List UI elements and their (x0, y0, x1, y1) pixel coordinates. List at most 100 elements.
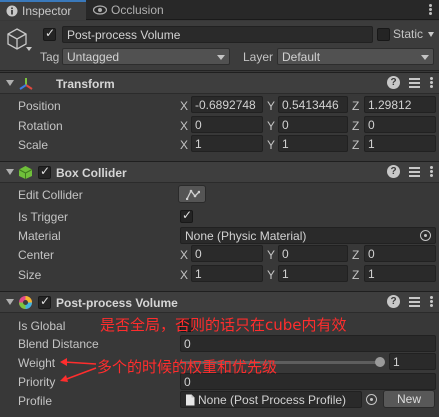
tab-inspector[interactable]: Inspector (0, 0, 86, 20)
z-label[interactable]: Z (352, 119, 359, 133)
scale-y-field[interactable]: 1 (278, 135, 348, 152)
tag-dropdown[interactable]: Untagged (62, 48, 230, 65)
post-process-enabled-checkbox[interactable] (38, 294, 51, 309)
box-collider-header[interactable]: Box Collider ? (0, 161, 439, 183)
tag-label: Tag (40, 50, 60, 64)
is-trigger-checkbox[interactable] (180, 208, 193, 223)
transform-axes-icon (19, 78, 33, 90)
weight-field[interactable]: 1 (389, 353, 436, 370)
y-label[interactable]: Y (267, 268, 275, 282)
tab-occlusion-label: Occlusion (111, 3, 164, 17)
presets-icon[interactable] (408, 76, 421, 89)
layer-label: Layer (243, 50, 274, 64)
foldout-arrow-icon[interactable] (6, 80, 14, 86)
post-process-icon (19, 296, 32, 309)
foldout-arrow-icon[interactable] (6, 169, 14, 175)
x-label[interactable]: X (180, 138, 188, 152)
size-z-field[interactable]: 1 (364, 265, 436, 282)
new-profile-button[interactable]: New (383, 390, 435, 408)
presets-icon[interactable] (408, 165, 421, 178)
weight-priority-annotation: 多个的时候的权重和优先级 (97, 358, 278, 376)
file-icon (186, 394, 195, 406)
blend-distance-label: Blend Distance (18, 337, 99, 351)
position-x-field[interactable]: -0.6892748 (191, 96, 263, 113)
help-icon[interactable]: ? (387, 165, 400, 178)
y-label[interactable]: Y (267, 119, 275, 133)
object-picker-icon[interactable] (420, 230, 431, 241)
center-x-field[interactable]: 0 (191, 245, 263, 262)
x-label[interactable]: X (180, 268, 188, 282)
post-process-header[interactable]: Post-process Volume ? (0, 291, 439, 313)
box-collider-body: Edit Collider Is Trigger Material None (… (0, 183, 439, 287)
edit-collider-button[interactable] (178, 185, 206, 203)
scale-label: Scale (18, 138, 49, 152)
transform-header[interactable]: Transform ? (0, 72, 439, 94)
z-label[interactable]: Z (352, 248, 359, 262)
static-label: Static (393, 27, 424, 41)
position-z-field[interactable]: 1.29812 (364, 96, 436, 113)
profile-label: Profile (18, 394, 53, 408)
is-global-annotation: 是否全局，否则的话只在cube内有效 (100, 316, 347, 334)
help-icon[interactable]: ? (387, 76, 400, 89)
chevron-down-icon (217, 55, 225, 60)
x-label[interactable]: X (180, 99, 188, 113)
post-process-title: Post-process Volume (56, 296, 178, 310)
component-menu-icon[interactable] (429, 76, 433, 89)
material-value: None (Physic Material) (185, 229, 307, 243)
transform-body: Position X -0.6892748 Y 0.5413446 Z 1.29… (0, 94, 439, 156)
profile-field[interactable]: None (Post Process Profile) (180, 391, 362, 408)
scale-x-field[interactable]: 1 (191, 135, 263, 152)
z-label[interactable]: Z (352, 268, 359, 282)
x-label[interactable]: X (180, 119, 188, 133)
foldout-arrow-icon[interactable] (6, 299, 14, 305)
box-collider-icon (18, 166, 33, 179)
is-trigger-label: Is Trigger (18, 210, 69, 224)
component-menu-icon[interactable] (429, 165, 433, 178)
active-checkbox[interactable] (43, 26, 56, 41)
presets-icon[interactable] (408, 295, 421, 308)
position-y-field[interactable]: 0.5413446 (278, 96, 348, 113)
icon-dropdown-caret[interactable] (26, 47, 32, 51)
layer-dropdown[interactable]: Default (277, 48, 434, 65)
center-y-field[interactable]: 0 (278, 245, 348, 262)
profile-value: None (Post Process Profile) (198, 393, 347, 407)
help-icon[interactable]: ? (387, 295, 400, 308)
weight-slider-handle[interactable] (375, 357, 385, 367)
size-y-field[interactable]: 1 (278, 265, 348, 282)
blend-distance-field[interactable]: 0 (180, 335, 436, 352)
size-x-field[interactable]: 1 (191, 265, 263, 282)
weight-label: Weight (18, 356, 56, 370)
tag-value: Untagged (67, 50, 120, 64)
object-name-field[interactable]: Post-process Volume (62, 26, 373, 43)
tab-bar: Inspector Occlusion (0, 0, 439, 20)
info-icon (6, 5, 18, 17)
layer-value: Default (282, 50, 321, 64)
panel-menu-icon[interactable] (429, 4, 433, 16)
rotation-z-field[interactable]: 0 (364, 116, 436, 133)
rotation-label: Rotation (18, 119, 63, 133)
z-label[interactable]: Z (352, 138, 359, 152)
y-label[interactable]: Y (267, 138, 275, 152)
scale-z-field[interactable]: 1 (364, 135, 436, 152)
component-menu-icon[interactable] (429, 295, 433, 308)
rotation-x-field[interactable]: 0 (191, 116, 263, 133)
position-label: Position (18, 99, 61, 113)
x-label[interactable]: X (180, 248, 188, 262)
y-label[interactable]: Y (267, 99, 275, 113)
box-collider-enabled-checkbox[interactable] (38, 164, 51, 179)
static-checkbox[interactable] (377, 28, 390, 41)
is-global-label: Is Global (18, 319, 66, 333)
rotation-y-field[interactable]: 0 (278, 116, 348, 133)
object-picker-icon[interactable] (366, 394, 377, 405)
eye-icon (93, 5, 107, 15)
tab-inspector-label: Inspector (22, 4, 72, 18)
static-dropdown-caret[interactable] (428, 32, 434, 37)
y-label[interactable]: Y (267, 248, 275, 262)
chevron-down-icon (421, 55, 429, 60)
center-label: Center (18, 248, 55, 262)
z-label[interactable]: Z (352, 99, 359, 113)
center-z-field[interactable]: 0 (364, 245, 436, 262)
gameobject-cube-icon[interactable] (6, 27, 28, 51)
tab-occlusion[interactable]: Occlusion (93, 0, 183, 20)
material-field[interactable]: None (Physic Material) (180, 227, 436, 244)
